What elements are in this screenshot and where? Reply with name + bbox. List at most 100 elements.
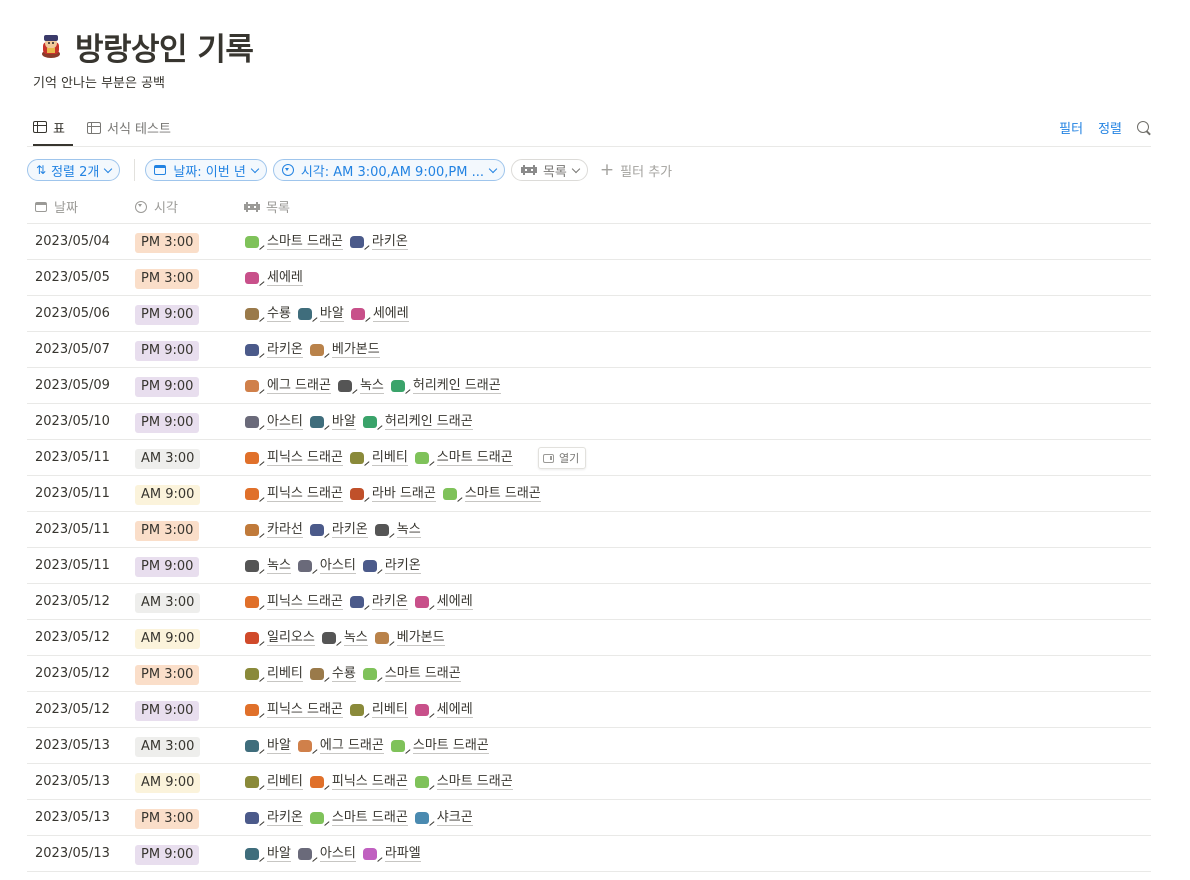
page-link[interactable]: 라키온 (245, 810, 303, 826)
page-link[interactable]: 카라선 (245, 522, 303, 538)
page-link[interactable]: 라키온 (349, 594, 408, 610)
table-row[interactable]: 2023/05/13 PM 3:00 라키온 스마트 드래곤 샤크곤 (27, 800, 1151, 836)
column-header-list[interactable]: 목록 (243, 190, 290, 223)
table-row[interactable]: 2023/05/12 AM 3:00 피닉스 드래곤 라키온 세에레 (27, 584, 1151, 620)
column-header-time[interactable]: 시각 (135, 190, 178, 223)
list-filter-pill[interactable]: 목록 (510, 159, 588, 181)
monster-icon (362, 559, 377, 572)
merchant-icon[interactable] (37, 32, 65, 60)
page-link[interactable]: 스마트 드래곤 (309, 809, 408, 826)
page-link[interactable]: 피닉스 드래곤 (245, 702, 343, 718)
page-link[interactable]: 리베티 (245, 774, 303, 790)
table-row[interactable]: 2023/05/07 PM 9:00 라키온 베가본드 (27, 332, 1151, 368)
table-row[interactable]: 2023/05/12 AM 9:00 일리오스 녹스 베가본드 (27, 620, 1151, 656)
page-link-label: 스마트 드래곤 (331, 809, 408, 826)
table-row[interactable]: 2023/05/12 PM 9:00 피닉스 드래곤 리베티 세에레 (27, 692, 1151, 728)
table-row[interactable]: 2023/05/11 PM 3:00 카라선 라키온 녹스 (27, 512, 1151, 548)
page-link[interactable]: 스마트 드래곤 (390, 738, 489, 754)
page-link-label: 리베티 (371, 449, 408, 466)
page-link[interactable]: 에그 드래곤 (297, 738, 384, 754)
sort-button[interactable]: 정렬 (1098, 118, 1122, 137)
page-link[interactable]: 라파엘 (362, 846, 421, 862)
date-cell: 2023/05/11 (35, 450, 110, 465)
table-row[interactable]: 2023/05/10 PM 9:00 아스티 바알 허리케인 드래곤 (27, 404, 1151, 440)
page-link[interactable]: 허리케인 드래곤 (362, 414, 473, 430)
page-link[interactable]: 세에레 (245, 270, 303, 286)
page-link[interactable]: 리베티 (245, 666, 303, 682)
page-link[interactable]: 리베티 (349, 449, 408, 466)
page-link[interactable]: 베가본드 (374, 629, 445, 646)
page-link[interactable]: 일리오스 (245, 630, 315, 646)
table-row[interactable]: 2023/05/11 AM 9:00 피닉스 드래곤 라바 드래곤 스마트 드래곤 (27, 476, 1151, 512)
monster-icon (309, 343, 324, 356)
page-link[interactable]: 바알 (309, 413, 356, 430)
table-row[interactable]: 2023/05/11 AM 3:00 피닉스 드래곤 리베티 스마트 드래곤 열기 (27, 440, 1151, 476)
page-link[interactable]: 세에레 (414, 594, 473, 610)
table-row[interactable]: 2023/05/04 PM 3:00 스마트 드래곤 라키온 (27, 224, 1151, 260)
table-row[interactable]: 2023/05/06 PM 9:00 수룡 바알 세에레 (27, 296, 1151, 332)
monster-icon (245, 667, 259, 680)
tab-table[interactable]: 표 (33, 110, 73, 146)
monster-icon (245, 559, 259, 572)
page-link[interactable]: 녹스 (337, 378, 384, 394)
page-link-label: 라키온 (267, 341, 303, 358)
column-label: 날짜 (54, 201, 78, 216)
page-link[interactable]: 아스티 (297, 558, 356, 574)
page-link-label: 일리오스 (267, 629, 315, 646)
filter-button[interactable]: 필터 (1059, 118, 1083, 137)
page-link[interactable]: 스마트 드래곤 (414, 774, 513, 790)
table-row[interactable]: 2023/05/13 AM 9:00 리베티 피닉스 드래곤 스마트 드래곤 (27, 764, 1151, 800)
column-header-date[interactable]: 날짜 (35, 190, 78, 223)
page-link[interactable]: 라키온 (309, 522, 368, 538)
page-link[interactable]: 에그 드래곤 (245, 378, 331, 394)
date-cell: 2023/05/13 (35, 738, 110, 753)
page-link-label: 베가본드 (396, 629, 445, 646)
page-link[interactable]: 피닉스 드래곤 (245, 594, 343, 610)
page-link[interactable]: 수룡 (309, 666, 356, 682)
page-link-label: 바알 (331, 413, 356, 430)
monster-icon (349, 703, 364, 716)
page-link[interactable]: 스마트 드래곤 (245, 234, 343, 250)
search-icon[interactable] (1137, 121, 1149, 133)
page-link[interactable]: 피닉스 드래곤 (245, 486, 343, 502)
page-link[interactable]: 세에레 (414, 702, 473, 718)
table-row[interactable]: 2023/05/12 PM 3:00 리베티 수룡 스마트 드래곤 (27, 656, 1151, 692)
monster-icon (245, 523, 259, 536)
page-link-label: 피닉스 드래곤 (267, 449, 343, 466)
table-row[interactable]: 2023/05/13 PM 9:00 바알 아스티 라파엘 (27, 836, 1151, 872)
page-link[interactable]: 라키온 (245, 342, 303, 358)
page-link[interactable]: 수룡 (245, 306, 291, 322)
page-link[interactable]: 바알 (245, 846, 291, 862)
page-link[interactable]: 라키온 (362, 558, 421, 574)
open-row-button[interactable]: 열기 (538, 447, 587, 469)
table-row[interactable]: 2023/05/11 PM 9:00 녹스 아스티 라키온 (27, 548, 1151, 584)
table-row[interactable]: 2023/05/05 PM 3:00 세에레 (27, 260, 1151, 296)
page-link[interactable]: 라바 드래곤 (349, 486, 436, 502)
page-link[interactable]: 라키온 (349, 234, 408, 250)
table-row[interactable]: 2023/05/13 AM 3:00 바알 에그 드래곤 스마트 드래곤 (27, 728, 1151, 764)
page-link[interactable]: 샤크곤 (414, 810, 473, 826)
view-actions: 필터 정렬 (1044, 110, 1151, 144)
page-link[interactable]: 녹스 (321, 630, 368, 646)
page-link[interactable]: 아스티 (297, 846, 356, 862)
table-row[interactable]: 2023/05/09 PM 9:00 에그 드래곤 녹스 허리케인 드래곤 (27, 368, 1151, 404)
page-link[interactable]: 스마트 드래곤 (442, 486, 541, 502)
page-link[interactable]: 바알 (297, 306, 344, 322)
page-link[interactable]: 스마트 드래곤 (362, 666, 461, 682)
page-link[interactable]: 아스티 (245, 414, 303, 430)
page-link[interactable]: 피닉스 드래곤 (245, 450, 343, 466)
page-link[interactable]: 리베티 (349, 702, 408, 718)
page-link[interactable]: 스마트 드래곤 (414, 450, 513, 466)
time-filter-pill[interactable]: 시각: AM 3:00,AM 9:00,PM ... (272, 159, 505, 181)
page-link[interactable]: 허리케인 드래곤 (390, 378, 501, 394)
sort-pill[interactable]: ⇅ 정렬 2개 (27, 159, 121, 181)
page-link[interactable]: 녹스 (374, 522, 421, 538)
page-link[interactable]: 녹스 (245, 558, 291, 574)
tab-format-test[interactable]: 서식 테스트 (87, 110, 171, 145)
page-link[interactable]: 베가본드 (309, 342, 380, 358)
page-link[interactable]: 바알 (245, 738, 291, 754)
page-link[interactable]: 피닉스 드래곤 (309, 774, 408, 790)
date-filter-pill[interactable]: 날짜: 이번 년 (145, 159, 267, 181)
page-link[interactable]: 세에레 (350, 306, 409, 322)
add-filter-button[interactable]: + 필터 추가 (600, 161, 672, 180)
